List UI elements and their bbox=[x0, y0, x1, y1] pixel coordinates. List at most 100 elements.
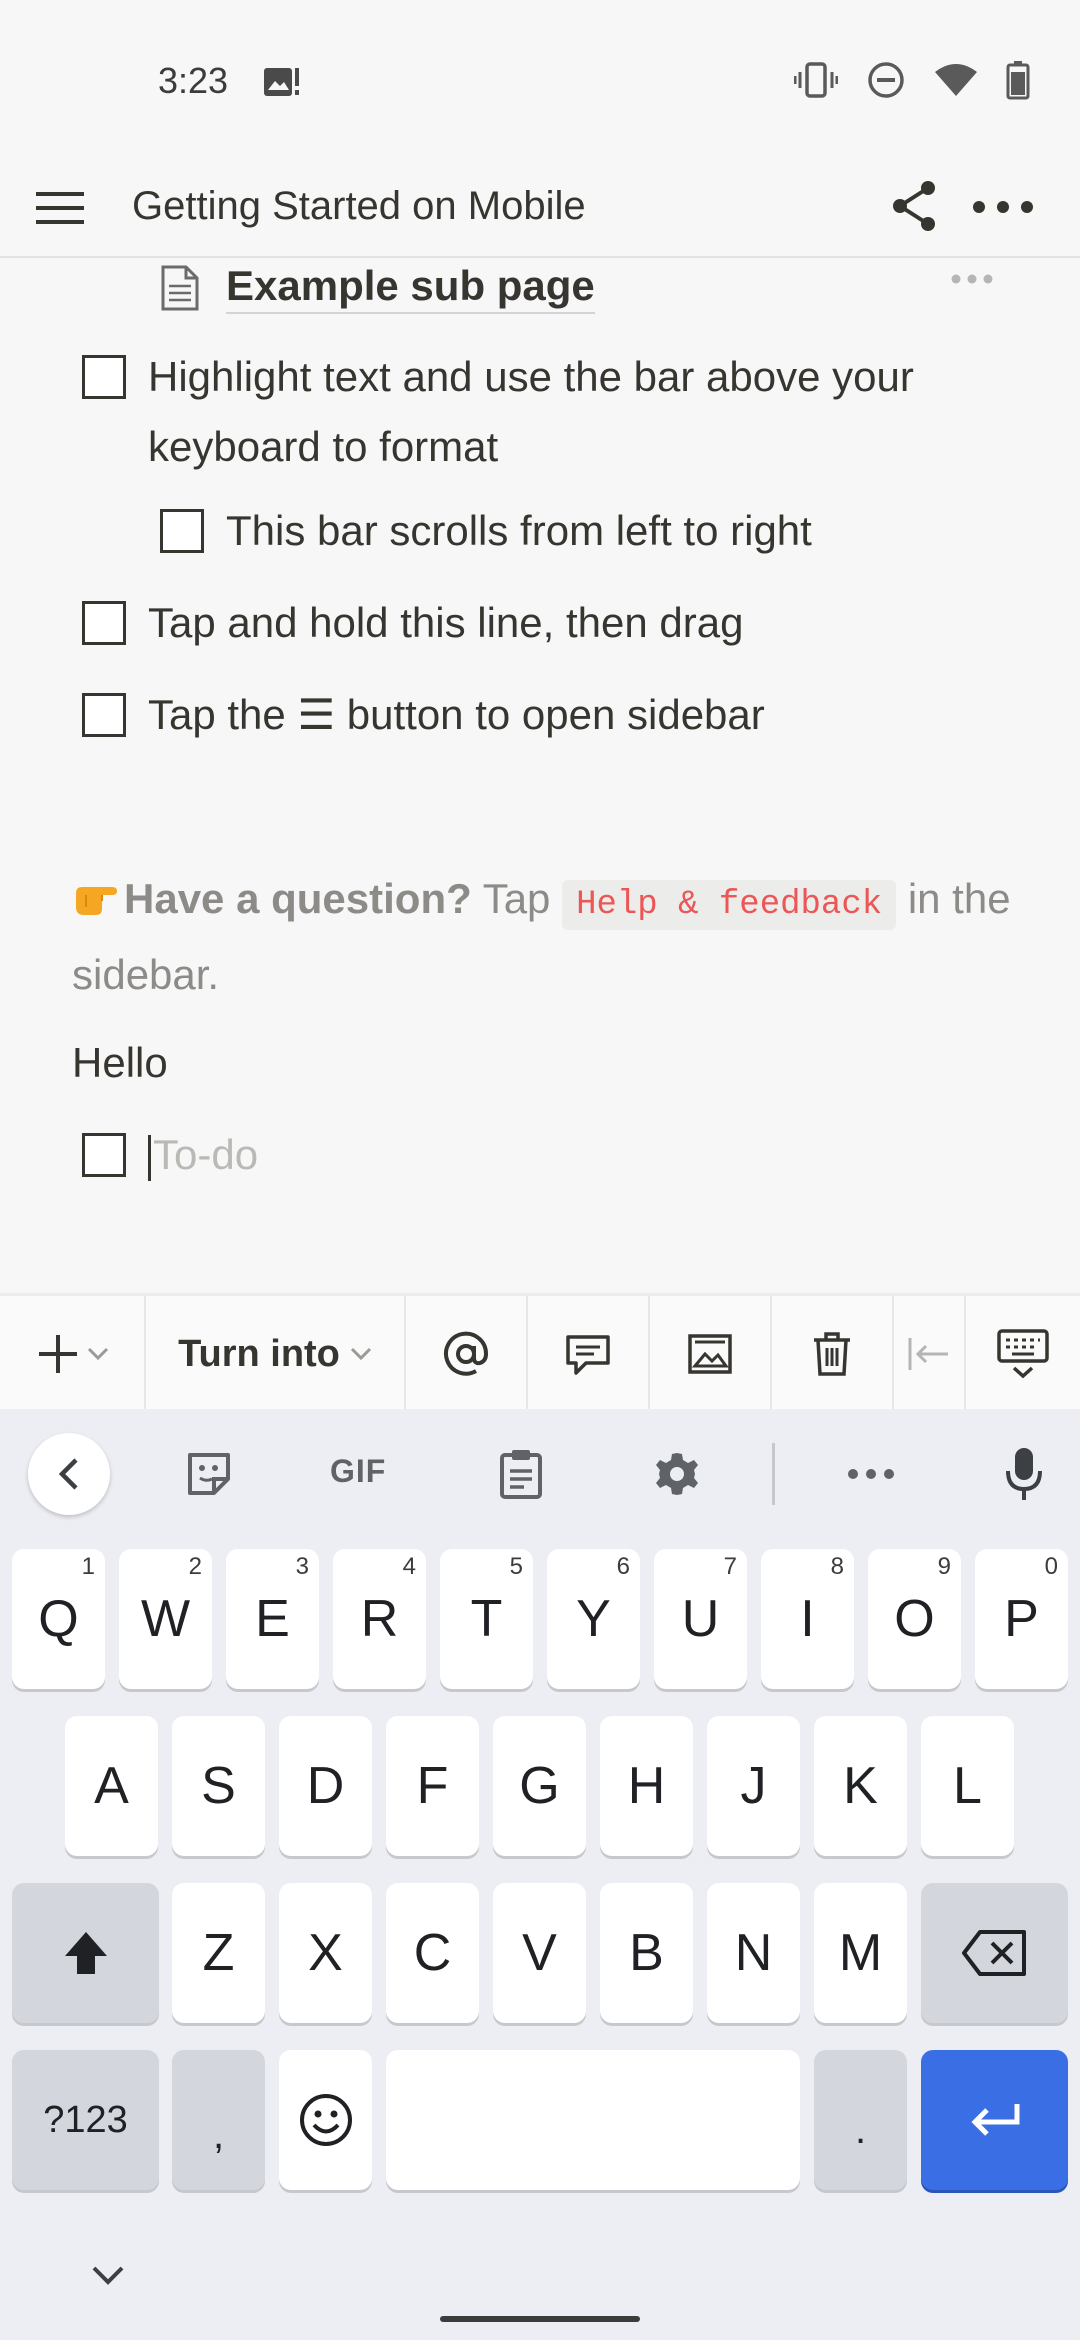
comment-icon bbox=[566, 1335, 610, 1375]
share-icon[interactable] bbox=[888, 178, 940, 234]
comment-button[interactable] bbox=[528, 1296, 650, 1412]
key-w[interactable]: W2 bbox=[119, 1549, 212, 1689]
text-block-hello[interactable]: Hello bbox=[72, 1028, 168, 1098]
key-label: Q bbox=[38, 1590, 79, 1648]
key-t[interactable]: T5 bbox=[440, 1549, 533, 1689]
key-b[interactable]: B bbox=[600, 1883, 693, 2023]
todo-text[interactable]: Tap the ☰ button to open sidebar bbox=[148, 680, 765, 750]
todo-text[interactable]: Tap and hold this line, then drag bbox=[148, 588, 743, 658]
sticker-icon bbox=[188, 1453, 230, 1495]
enter-key[interactable] bbox=[921, 2050, 1068, 2190]
question-bold: Have a question? bbox=[124, 875, 472, 922]
more-options-icon[interactable] bbox=[970, 192, 1036, 222]
key-o[interactable]: O9 bbox=[868, 1549, 961, 1689]
insert-image-button[interactable] bbox=[650, 1296, 772, 1412]
key-hint: 6 bbox=[616, 1553, 630, 1580]
status-time: 3:23 bbox=[158, 60, 229, 101]
key-z[interactable]: Z bbox=[172, 1883, 265, 2023]
emoji-key[interactable] bbox=[279, 2050, 372, 2190]
gif-label: GIF bbox=[330, 1453, 387, 1489]
key-u[interactable]: U7 bbox=[654, 1549, 747, 1689]
turn-into-button[interactable]: Turn into bbox=[146, 1296, 406, 1412]
todo-text[interactable]: This bar scrolls from left to right bbox=[226, 496, 812, 566]
shift-key[interactable] bbox=[12, 1883, 159, 2023]
comma-key[interactable]: , bbox=[172, 2050, 265, 2190]
vibrate-icon bbox=[794, 62, 838, 98]
key-k[interactable]: K bbox=[814, 1716, 907, 1856]
key-j[interactable]: J bbox=[707, 1716, 800, 1856]
clipboard-icon bbox=[500, 1450, 542, 1499]
trash-icon bbox=[814, 1332, 850, 1376]
key-label: I bbox=[800, 1590, 815, 1648]
key-label: P bbox=[1004, 1590, 1039, 1648]
turn-into-label: Turn into bbox=[178, 1333, 372, 1376]
key-c[interactable]: C bbox=[386, 1883, 479, 2023]
voice-input-button[interactable] bbox=[1004, 1445, 1044, 1503]
key-hint: 0 bbox=[1044, 1553, 1058, 1580]
clipboard-button[interactable] bbox=[498, 1447, 544, 1501]
todo-checkbox[interactable] bbox=[82, 1133, 126, 1177]
gif-button[interactable]: GIF bbox=[330, 1453, 386, 1490]
key-h[interactable]: H bbox=[600, 1716, 693, 1856]
chevron-down-icon bbox=[350, 1347, 371, 1361]
keyboard-suggestion-bar: GIF bbox=[0, 1409, 1080, 1539]
key-f[interactable]: F bbox=[386, 1716, 479, 1856]
keyboard-settings-button[interactable] bbox=[652, 1449, 702, 1499]
keyboard-collapse-icon[interactable] bbox=[88, 2262, 128, 2288]
todo-item[interactable]: Tap and hold this line, then drag bbox=[82, 588, 743, 658]
todo-checkbox[interactable] bbox=[82, 355, 126, 399]
emoji-icon bbox=[299, 2094, 352, 2146]
todo-checkbox[interactable] bbox=[82, 693, 126, 737]
help-callout: Have a question? Tap Help & feedback in … bbox=[72, 864, 1012, 1010]
key-d[interactable]: D bbox=[279, 1716, 372, 1856]
key-p[interactable]: P0 bbox=[975, 1549, 1068, 1689]
outdent-button[interactable] bbox=[894, 1296, 966, 1412]
delete-block-button[interactable] bbox=[772, 1296, 894, 1412]
new-todo-item[interactable]: To-do bbox=[82, 1120, 258, 1190]
navigation-gesture-handle[interactable] bbox=[440, 2316, 640, 2322]
key-q[interactable]: Q1 bbox=[12, 1549, 105, 1689]
key-n[interactable]: N bbox=[707, 1883, 800, 2023]
key-y[interactable]: Y6 bbox=[547, 1549, 640, 1689]
todo-item[interactable]: This bar scrolls from left to right bbox=[160, 496, 812, 566]
key-s[interactable]: S bbox=[172, 1716, 265, 1856]
gear-icon bbox=[656, 1453, 698, 1495]
key-label: T bbox=[470, 1590, 503, 1648]
todo-item[interactable]: Highlight text and use the bar above you… bbox=[82, 342, 1022, 482]
period-key[interactable]: . bbox=[814, 2050, 907, 2190]
key-l[interactable]: L bbox=[921, 1716, 1014, 1856]
todo-input[interactable]: To-do bbox=[148, 1120, 258, 1190]
key-hint: 1 bbox=[81, 1553, 95, 1580]
key-e[interactable]: E3 bbox=[226, 1549, 319, 1689]
key-a[interactable]: A bbox=[65, 1716, 158, 1856]
key-label: R bbox=[360, 1590, 399, 1648]
keyboard-back-button[interactable] bbox=[28, 1433, 110, 1515]
hide-keyboard-button[interactable] bbox=[966, 1296, 1080, 1412]
mention-button[interactable] bbox=[406, 1296, 528, 1412]
key-label: E bbox=[255, 1590, 290, 1648]
key-label: O bbox=[894, 1590, 935, 1648]
todo-checkbox[interactable] bbox=[82, 601, 126, 645]
toolbar-divider bbox=[772, 1443, 775, 1505]
sub-page-more-icon[interactable] bbox=[950, 272, 994, 286]
key-v[interactable]: V bbox=[493, 1883, 586, 2023]
space-key[interactable] bbox=[386, 2050, 800, 2190]
key-m[interactable]: M bbox=[814, 1883, 907, 2023]
key-x[interactable]: X bbox=[279, 1883, 372, 2023]
sticker-button[interactable] bbox=[184, 1449, 234, 1499]
hamburger-menu-icon[interactable] bbox=[34, 182, 86, 234]
key-g[interactable]: G bbox=[493, 1716, 586, 1856]
sub-page-link[interactable]: Example sub page bbox=[160, 258, 595, 318]
key-r[interactable]: R4 bbox=[333, 1549, 426, 1689]
key-i[interactable]: I8 bbox=[761, 1549, 854, 1689]
todo-item[interactable]: Tap the ☰ button to open sidebar bbox=[82, 680, 765, 750]
key-label: Y bbox=[576, 1590, 611, 1648]
backspace-key[interactable] bbox=[921, 1883, 1068, 2023]
todo-checkbox[interactable] bbox=[160, 509, 204, 553]
keyboard-more-button[interactable] bbox=[846, 1467, 896, 1481]
symbols-key[interactable]: ?123 bbox=[12, 2050, 159, 2190]
todo-text[interactable]: Highlight text and use the bar above you… bbox=[148, 342, 1022, 482]
add-block-button[interactable] bbox=[0, 1296, 146, 1412]
key-hint: 7 bbox=[723, 1553, 737, 1580]
page-content: Example sub page Highlight text and use … bbox=[0, 258, 1080, 1293]
